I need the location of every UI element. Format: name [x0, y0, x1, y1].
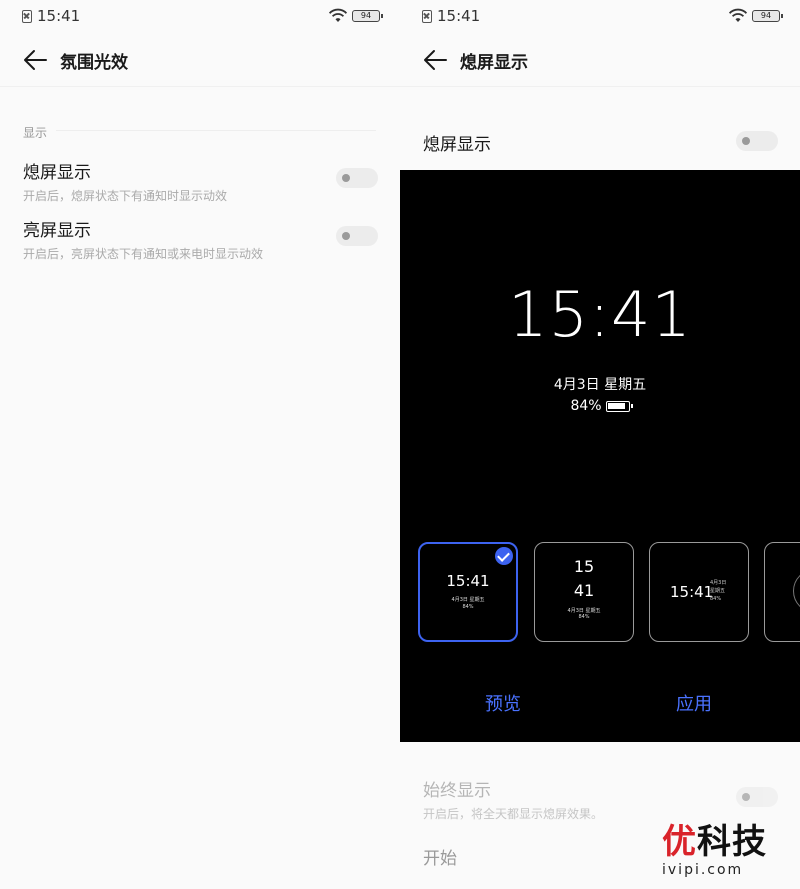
- setting-subtitle: 开启后，亮屏状态下有通知或来电时显示动效: [23, 247, 264, 261]
- no-sim-icon: [422, 10, 432, 23]
- watermark-logo: 优科技 ivipi.com: [662, 823, 792, 885]
- battery-icon: [605, 400, 633, 412]
- thumb-hour: 15: [573, 557, 595, 576]
- divider: [400, 86, 800, 87]
- thumb-date: 4月3日 星期五: [451, 597, 485, 603]
- toggle-knob: [742, 793, 750, 801]
- aod-main-toggle[interactable]: [736, 131, 778, 151]
- aod-style-option-centered[interactable]: 15:41 4月3日 星期五 84%: [418, 542, 518, 642]
- apply-button[interactable]: 应用: [676, 690, 712, 716]
- status-time: 15:41: [437, 7, 481, 25]
- status-bar: 15:41 94: [0, 0, 400, 34]
- aod-date: 4月3日 星期五: [553, 377, 647, 393]
- thumb-battery: 84%: [578, 614, 590, 620]
- watermark-url: ivipi.com: [662, 862, 744, 878]
- aod-style-option-side[interactable]: 15:41 4月3日 星期五 84%: [649, 542, 749, 642]
- preview-button[interactable]: 预览: [485, 690, 521, 716]
- setting-row-aod-effect[interactable]: 熄屏显示 开启后，熄屏状态下有通知时显示动效: [23, 158, 378, 204]
- aod-battery: 84%: [400, 398, 800, 414]
- no-sim-icon: [22, 10, 32, 23]
- wifi-icon: [728, 8, 748, 22]
- aod-effect-toggle[interactable]: [336, 168, 378, 188]
- thumb-info-line: 4月3日: [710, 580, 727, 586]
- watermark-brand: 优科技: [662, 823, 792, 861]
- watermark-brand-rest: 科技: [697, 822, 767, 862]
- setting-row-always-on[interactable]: 始终显示 开启后，将全天都显示熄屏效果。: [423, 776, 778, 822]
- aod-style-option-dial[interactable]: [764, 542, 800, 642]
- section-label-display: 显示: [23, 126, 48, 140]
- thumb-info: 4月3日 星期五 84%: [710, 579, 726, 603]
- setting-title: 始终显示: [423, 781, 491, 801]
- wifi-icon: [328, 8, 348, 22]
- thumb-time: 15:41: [446, 572, 490, 590]
- setting-title: 亮屏显示: [23, 221, 91, 241]
- divider: [0, 86, 400, 87]
- battery-icon: 94: [352, 10, 383, 22]
- ambient-light-screen: 15:41 94 氛围光效 显示 熄屏显示 开启后，熄屏状态下有通知时显示动效 …: [0, 0, 400, 889]
- thumb-battery: 84%: [462, 604, 474, 610]
- page-title: 熄屏显示: [460, 53, 528, 73]
- thumb-info-line: 84%: [710, 596, 722, 602]
- thumb-minute: 41: [573, 581, 595, 600]
- status-bar: 15:41 94: [400, 0, 800, 34]
- back-arrow-icon[interactable]: [22, 48, 48, 72]
- setting-row-aod[interactable]: 熄屏显示: [423, 130, 778, 155]
- app-bar: 氛围光效: [0, 40, 400, 80]
- thumb-time: 15:41: [670, 583, 714, 601]
- thumb-info-line: 星期五: [710, 588, 726, 594]
- aod-battery-percent: 84%: [570, 398, 602, 414]
- analog-dial-icon: [793, 569, 800, 613]
- always-on-toggle[interactable]: [736, 787, 778, 807]
- aod-style-option-stacked[interactable]: 15 41 4月3日 星期五 84%: [534, 542, 634, 642]
- page-title: 氛围光效: [60, 53, 128, 73]
- check-icon: [495, 547, 513, 565]
- setting-row-screen-on-effect[interactable]: 亮屏显示 开启后，亮屏状态下有通知或来电时显示动效: [23, 216, 378, 262]
- screen-on-effect-toggle[interactable]: [336, 226, 378, 246]
- setting-title: 熄屏显示: [23, 163, 91, 183]
- back-arrow-icon[interactable]: [422, 48, 448, 72]
- thumb-date: 4月3日 星期五: [567, 608, 601, 614]
- aod-clock: 15:41: [508, 278, 692, 351]
- aod-preview-area: 15:41 4月3日 星期五 84% 15:41 4月3日 星期五 84% 15…: [400, 170, 800, 742]
- setting-subtitle: 开启后，将全天都显示熄屏效果。: [423, 807, 604, 821]
- toggle-knob: [742, 137, 750, 145]
- app-bar: 熄屏显示: [400, 40, 800, 80]
- watermark-brand-accent: 优: [662, 822, 697, 862]
- toggle-knob: [342, 174, 350, 182]
- setting-title: 熄屏显示: [423, 135, 491, 155]
- aod-style-picker: 15:41 4月3日 星期五 84% 15 41 4月3日 星期五 84% 15…: [418, 542, 800, 642]
- status-time: 15:41: [37, 7, 81, 25]
- battery-icon: 94: [752, 10, 783, 22]
- section-divider: [56, 130, 376, 131]
- setting-subtitle: 开启后，熄屏状态下有通知时显示动效: [23, 189, 228, 203]
- toggle-knob: [342, 232, 350, 240]
- always-on-display-screen: 15:41 94 熄屏显示 熄屏显示 15:41 4月3日 星期五 84% 15…: [400, 0, 800, 889]
